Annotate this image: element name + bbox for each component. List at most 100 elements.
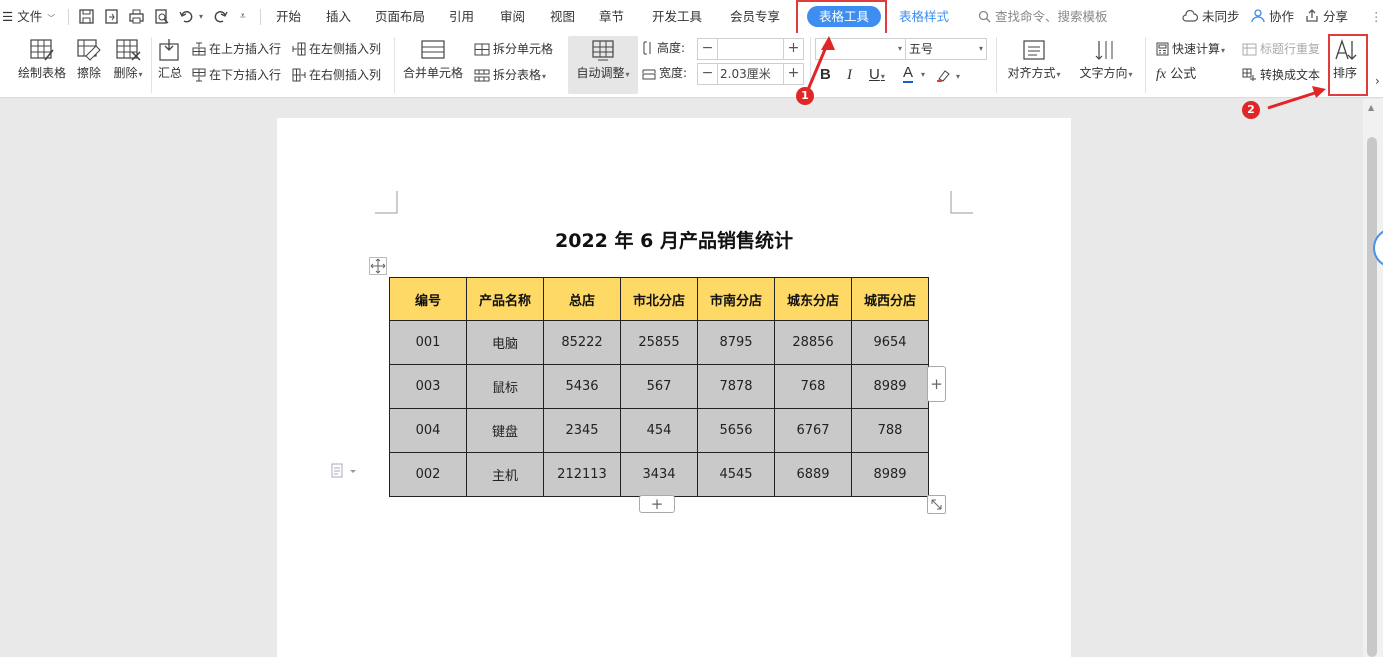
table-cell[interactable]: 主机 [466,452,544,497]
print-icon[interactable] [128,8,145,25]
underline-button[interactable]: U▾ [869,65,885,85]
quick-calc-button[interactable]: 快速计算▾ [1156,39,1225,59]
scrollbar-thumb[interactable] [1367,137,1377,657]
table-resize-handle[interactable] [927,495,946,514]
font-color-dropdown-icon[interactable]: ▾ [921,65,925,85]
table-cell[interactable]: 25855 [620,320,698,365]
erase-button[interactable]: 擦除 [74,38,104,81]
delete-button[interactable]: 删除▾ [110,38,146,83]
table-cell[interactable]: 9654 [851,320,929,365]
table-cell[interactable]: 001 [389,320,467,365]
table-move-handle[interactable] [369,257,387,275]
hamburger-icon: ☰ [2,9,14,24]
italic-button[interactable]: I [847,65,852,85]
undo-dropdown-icon[interactable]: ▾ [199,0,203,33]
table-cell[interactable]: 788 [851,408,929,453]
table-cell[interactable]: 8795 [697,320,775,365]
table-cell[interactable]: 454 [620,408,698,453]
tab-developer[interactable]: 开发工具 [652,0,702,33]
table-cell[interactable]: 2345 [543,408,621,453]
table-cell[interactable]: 85222 [543,320,621,365]
tab-home[interactable]: 开始 [276,0,301,33]
table-cell[interactable]: 003 [389,364,467,409]
export-pdf-icon[interactable] [103,8,120,25]
font-size-select[interactable]: 五号 ▾ [905,38,987,60]
table-cell[interactable]: 8989 [851,364,929,409]
table-cell[interactable]: 鼠标 [466,364,544,409]
header-cell[interactable]: 城东分店 [774,277,852,321]
search-icon [978,10,991,23]
ribbon-overflow[interactable]: › [1375,71,1380,91]
vertical-scrollbar[interactable]: ▲ [1363,99,1383,657]
header-cell[interactable]: 编号 [389,277,467,321]
table-cell[interactable]: 键盘 [466,408,544,453]
repeat-header-button[interactable]: 标题行重复 [1242,39,1320,59]
table-cell[interactable]: 4545 [697,452,775,497]
header-cell[interactable]: 市南分店 [697,277,775,321]
table-cell[interactable]: 212113 [543,452,621,497]
command-search[interactable]: 查找命令、搜索模板 [978,0,1108,33]
add-row-button[interactable]: + [639,495,675,513]
insert-row-above-button[interactable]: 在上方插入行 [192,39,281,59]
more-options-icon[interactable]: ⋮ [1370,0,1383,33]
table-cell[interactable]: 5656 [697,408,775,453]
tab-review[interactable]: 审阅 [500,0,525,33]
collab-button[interactable]: 协作 [1251,0,1294,33]
table-cell[interactable]: 004 [389,408,467,453]
table-cell[interactable]: 5436 [543,364,621,409]
tab-table-style[interactable]: 表格样式 [899,0,949,33]
print-preview-icon[interactable] [153,8,170,25]
width-decrease-button[interactable]: − [698,64,718,84]
table-cell[interactable]: 7878 [697,364,775,409]
table-cell[interactable]: 6767 [774,408,852,453]
width-stepper[interactable]: − 2.03厘米 + [697,63,804,85]
split-cells-button[interactable]: 拆分单元格 [474,39,553,59]
header-cell[interactable]: 产品名称 [466,277,544,321]
tab-page-layout[interactable]: 页面布局 [375,0,425,33]
insert-row-below-button[interactable]: 在下方插入行 [192,65,281,85]
text-direction-button[interactable]: 文字方向▾ [1075,38,1137,83]
scroll-up-icon[interactable]: ▲ [1368,103,1374,112]
summary-button[interactable]: 汇总 [155,38,185,81]
table-cell[interactable]: 768 [774,364,852,409]
convert-text-icon [1242,68,1256,81]
header-cell[interactable]: 总店 [543,277,621,321]
insert-col-right-button[interactable]: 在右侧插入列 [292,65,381,85]
font-color-button[interactable]: A [903,65,914,83]
merge-cells-button[interactable]: 合并单元格 [400,38,466,81]
table-cell[interactable]: 002 [389,452,467,497]
align-label: 对齐方式▾ [1007,66,1061,80]
share-button[interactable]: 分享 [1305,0,1348,33]
tab-member[interactable]: 会员专享 [730,0,780,33]
add-column-button[interactable]: + [927,366,946,402]
height-decrease-button[interactable]: − [698,39,718,59]
draw-table-button[interactable]: 绘制表格 [15,38,69,81]
tab-references[interactable]: 引用 [449,0,474,33]
tab-view[interactable]: 视图 [550,0,575,33]
height-stepper[interactable]: − + [697,38,804,60]
table-cell[interactable]: 8989 [851,452,929,497]
table-cell[interactable]: 28856 [774,320,852,365]
align-button[interactable]: 对齐方式▾ [1003,38,1065,83]
tab-insert[interactable]: 插入 [326,0,351,33]
save-icon[interactable] [78,8,95,25]
formula-button[interactable]: fx 公式 [1156,65,1196,85]
paragraph-layout-icon[interactable] [330,463,358,479]
customize-toolbar-icon[interactable]: ⩡ [240,0,246,33]
file-menu[interactable]: ☰ 文件 ﹀ [2,0,55,33]
table-cell[interactable]: 3434 [620,452,698,497]
header-cell[interactable]: 城西分店 [851,277,929,321]
redo-icon[interactable] [212,8,229,25]
split-table-button[interactable]: 拆分表格▾ [474,65,546,85]
table-cell[interactable]: 电脑 [466,320,544,365]
table-cell[interactable]: 567 [620,364,698,409]
tab-chapter[interactable]: 章节 [599,0,624,33]
header-cell[interactable]: 市北分店 [620,277,698,321]
table-row: 001 电脑 85222 25855 8795 28856 9654 [389,320,929,365]
undo-icon[interactable] [178,8,195,25]
highlight-button[interactable]: ▾ [936,65,960,85]
insert-col-left-button[interactable]: 在左侧插入列 [292,39,381,59]
sales-table[interactable]: 编号 产品名称 总店 市北分店 市南分店 城东分店 城西分店 001 电脑 85… [389,277,929,497]
sync-status[interactable]: 未同步 [1182,0,1240,33]
table-cell[interactable]: 6889 [774,452,852,497]
